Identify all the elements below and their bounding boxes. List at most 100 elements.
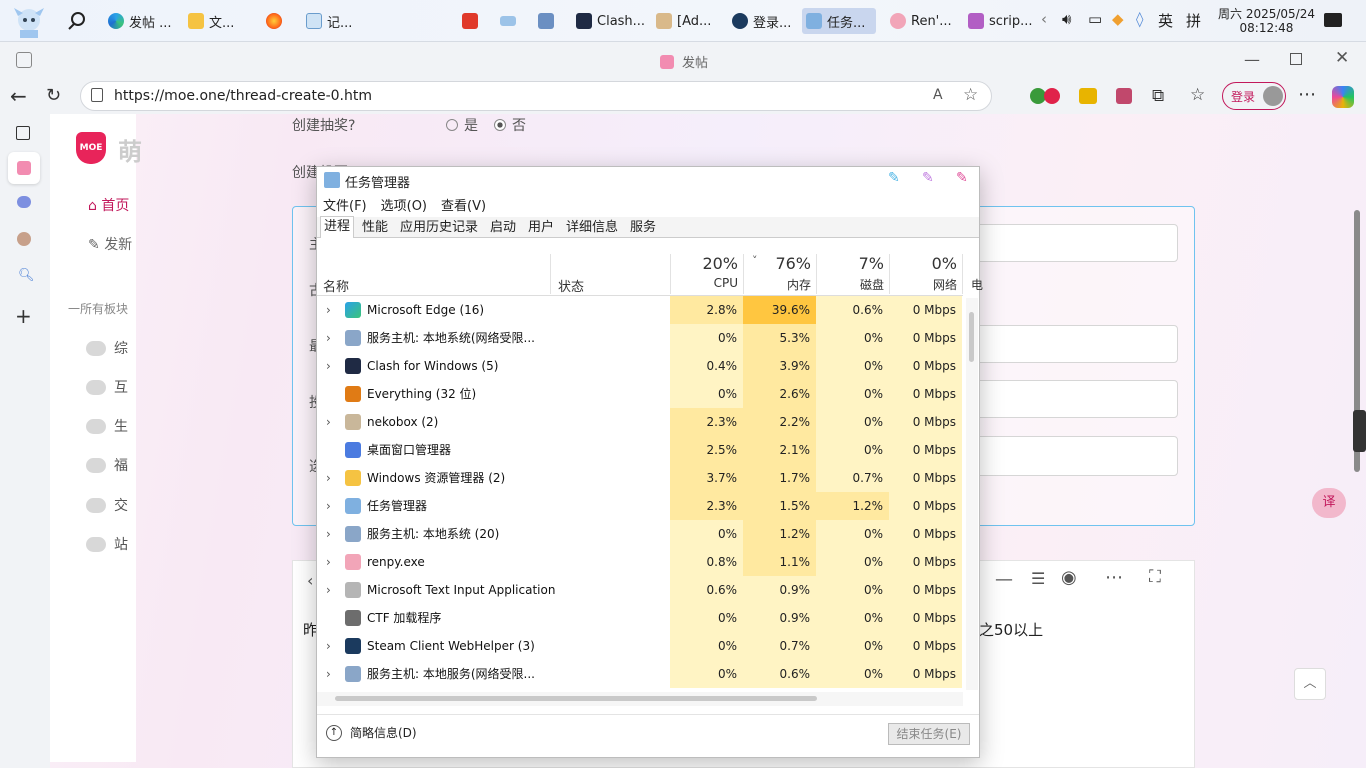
close-window-icon[interactable]: ✕ <box>1335 48 1349 68</box>
col-net-pct[interactable]: 0% <box>889 254 957 273</box>
minimize-icon[interactable]: — <box>1244 50 1260 69</box>
tab-portrait-icon[interactable] <box>17 232 31 246</box>
col-cpu-pct[interactable]: 20% <box>670 254 738 273</box>
search-icon[interactable] <box>64 8 90 34</box>
process-row[interactable]: › Clash for Windows (5) 0.4% 3.9% 0% 0 Mbps <box>317 352 963 380</box>
extension-yellow-icon[interactable] <box>1079 88 1097 104</box>
more-icon[interactable]: ⋯ <box>1298 84 1316 105</box>
tab-title[interactable]: 发帖 <box>660 52 708 71</box>
board-item[interactable]: 综 <box>86 338 128 358</box>
taskbar-app-renpy[interactable]: Ren'... <box>886 8 956 34</box>
col-mem[interactable]: 内存 <box>743 276 811 293</box>
vote-option-input[interactable] <box>960 325 1178 363</box>
vertical-scrollbar[interactable] <box>966 298 978 690</box>
col-power[interactable]: 电 <box>971 276 983 293</box>
tab-processes[interactable]: 进程 <box>320 216 355 238</box>
col-cpu[interactable]: CPU <box>670 276 738 290</box>
login-button[interactable]: 登录 <box>1222 82 1286 110</box>
expand-chevron-icon[interactable]: › <box>326 324 331 352</box>
fewer-details-button[interactable]: ↑ 简略信息(D) <box>326 724 417 741</box>
process-row[interactable]: › Steam Client WebHelper (3) 0% 0.7% 0% 0 Mbp… <box>317 632 963 660</box>
favorites-icon[interactable]: ☆ <box>1190 85 1205 105</box>
process-row[interactable]: › 服务主机: 本地系统 (20) 0% 1.2% 0% 0 Mbps <box>317 520 963 548</box>
col-net[interactable]: 网络 <box>889 276 957 293</box>
horizontal-scrollbar[interactable] <box>317 692 963 706</box>
process-row[interactable]: › 服务主机: 本地服务(网络受限... 0% 0.6% 0% 0 Mbps <box>317 660 963 688</box>
tab-search-icon[interactable]: 🔍︎ <box>18 268 35 283</box>
taskbar-app-script[interactable]: scrip... <box>964 8 1037 34</box>
vote-option-input[interactable] <box>960 436 1178 476</box>
expand-chevron-icon[interactable]: › <box>326 408 331 436</box>
editor-more-icon[interactable]: ⋯ <box>1105 567 1123 588</box>
board-item[interactable]: 交 <box>86 495 128 515</box>
drop-icon[interactable]: ◊ <box>1136 10 1143 28</box>
app-tray-icon[interactable]: ◆ <box>1112 10 1124 28</box>
side-handle[interactable] <box>1353 410 1366 452</box>
taskbar-app-tool[interactable] <box>534 8 558 34</box>
ime-mode[interactable]: 英 <box>1158 10 1173 31</box>
translate-float-icon[interactable]: 译 <box>1312 488 1346 518</box>
radio-no[interactable] <box>494 119 506 131</box>
tab-details[interactable]: 详细信息 <box>566 218 618 238</box>
vote-option-input[interactable] <box>960 380 1178 418</box>
editor-hr-icon[interactable]: — <box>995 569 1013 590</box>
expand-chevron-icon[interactable]: › <box>326 352 331 380</box>
scroll-top-button[interactable]: ︿ <box>1294 668 1326 700</box>
taskbar-app-notepad[interactable]: 记... <box>302 8 356 34</box>
process-row[interactable]: › Windows 资源管理器 (2) 3.7% 1.7% 0.7% 0 Mbps <box>317 464 963 492</box>
taskbar-app-steam[interactable]: 登录... <box>728 8 795 34</box>
tab-app-history[interactable]: 应用历史记录 <box>400 218 478 238</box>
editor-preview-icon[interactable]: ◉ <box>1061 567 1077 588</box>
process-row[interactable]: CTF 加载程序 0% 0.9% 0% 0 Mbps <box>317 604 963 632</box>
back-icon[interactable]: ← <box>10 84 27 108</box>
scroll-thumb[interactable] <box>969 312 974 362</box>
nav-home[interactable]: ⌂ 首页 <box>88 195 129 215</box>
new-tab-icon[interactable]: + <box>15 304 32 328</box>
scroll-thumb[interactable] <box>335 696 817 701</box>
expand-chevron-icon[interactable]: › <box>326 520 331 548</box>
nav-new-thread[interactable]: ✎ 发新 <box>88 234 132 254</box>
menu-file[interactable]: 文件(F) <box>323 195 367 214</box>
lock-icon[interactable] <box>91 88 103 102</box>
process-row[interactable]: › renpy.exe 0.8% 1.1% 0% 0 Mbps <box>317 548 963 576</box>
process-row[interactable]: › Microsoft Edge (16) 2.8% 39.6% 0.6% 0 Mbps <box>317 296 963 324</box>
expand-chevron-icon[interactable]: › <box>326 492 331 520</box>
process-row[interactable]: › Microsoft Text Input Application 0.6% 0.9… <box>317 576 963 604</box>
chevron-left-icon[interactable]: ‹ <box>1041 10 1047 28</box>
minimize-icon[interactable]: ✎ <box>888 170 900 186</box>
process-row[interactable]: Everything (32 位) 0% 2.6% 0% 0 Mbps <box>317 380 963 408</box>
editor-prev-icon[interactable]: ‹ <box>307 571 313 590</box>
taskbar-app-wps[interactable] <box>458 8 482 34</box>
expand-chevron-icon[interactable]: › <box>326 632 331 660</box>
col-status[interactable]: 状态 <box>558 276 584 295</box>
tab-services[interactable]: 服务 <box>630 218 656 238</box>
network-icon[interactable]: ▭ <box>1088 10 1102 28</box>
address-bar[interactable]: https://moe.one/thread-create-0.htm A ☆ <box>80 81 992 111</box>
url-text[interactable]: https://moe.one/thread-create-0.htm <box>114 88 372 104</box>
process-row[interactable]: › nekobox (2) 2.3% 2.2% 0% 0 Mbps <box>317 408 963 436</box>
taskbar-app-firefox[interactable] <box>262 8 286 34</box>
menu-view[interactable]: 查看(V) <box>441 195 486 214</box>
board-item[interactable]: 互 <box>86 377 128 397</box>
maximize-icon[interactable]: ✎ <box>922 170 934 186</box>
notification-icon[interactable] <box>1324 13 1342 27</box>
expand-chevron-icon[interactable]: › <box>326 548 331 576</box>
col-disk[interactable]: 磁盘 <box>816 276 884 293</box>
expand-chevron-icon[interactable]: › <box>326 464 331 492</box>
favorite-star-icon[interactable]: ☆ <box>963 85 978 105</box>
extension-translate-icon[interactable] <box>1116 88 1132 104</box>
clock[interactable]: 周六 2025/05/24 08:12:48 <box>1218 7 1315 35</box>
board-item[interactable]: 生 <box>86 416 128 436</box>
process-row[interactable]: › 任务管理器 2.3% 1.5% 1.2% 0 Mbps <box>317 492 963 520</box>
tab-actions-icon[interactable] <box>16 126 30 140</box>
editor-fullscreen-icon[interactable]: ⛶ <box>1149 567 1161 587</box>
copilot-icon[interactable] <box>1332 86 1354 108</box>
read-aloud-icon[interactable]: A <box>933 87 943 103</box>
taskbar-app-keyboard[interactable] <box>496 8 520 34</box>
radio-yes[interactable] <box>446 119 458 131</box>
end-task-button[interactable]: 结束任务(E) <box>888 723 970 745</box>
expand-chevron-icon[interactable]: › <box>326 296 331 324</box>
board-item[interactable]: 福 <box>86 455 128 475</box>
tab-moe[interactable] <box>8 152 40 184</box>
board-item[interactable]: 站 <box>86 534 128 554</box>
